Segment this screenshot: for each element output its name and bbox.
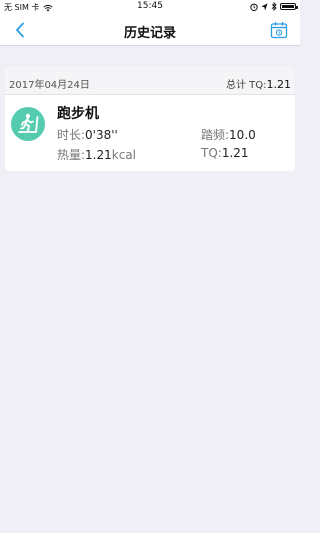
record-header: 2017年04月24日 总计 TQ:1.21: [5, 67, 295, 95]
page-title: 历史记录: [123, 26, 176, 41]
cadence-label: 踏频:: [201, 128, 230, 142]
tq-stat: TQ:1.21: [201, 146, 249, 160]
duration-label: 时长:: [57, 128, 86, 142]
record-date: 2017年04月24日: [9, 80, 90, 91]
bluetooth-icon: [271, 2, 277, 11]
cadence-stat: 踏频:10.0: [201, 126, 256, 143]
status-bar: 无 SIM 卡 15:45: [0, 0, 300, 14]
calories-value: 1.21: [85, 148, 112, 162]
calories-stat: 热量:1.21kcal: [57, 146, 136, 163]
calendar-icon: [270, 22, 288, 39]
total-value: 1.21: [266, 78, 292, 91]
alarm-icon: [250, 3, 258, 11]
activity-name: 跑步机: [57, 106, 99, 122]
duration-value: 0'38'': [85, 128, 118, 142]
battery-icon: [280, 3, 298, 10]
tq-label: TQ:: [201, 146, 222, 160]
cadence-value: 10.0: [229, 128, 256, 142]
record-total: 总计 TQ:1.21: [226, 76, 291, 91]
nav-bar: 历史记录: [0, 14, 300, 46]
location-icon: [261, 3, 268, 10]
status-right: [250, 2, 298, 11]
calories-unit: kcal: [111, 148, 136, 162]
history-record-card[interactable]: 2017年04月24日 总计 TQ:1.21 跑步机 时长:0'38'' 踏频:…: [5, 67, 295, 171]
tq-value: 1.21: [221, 146, 249, 160]
record-body: 跑步机 时长:0'38'' 踏频:10.0 热量:1.21kcal TQ:1.2…: [5, 95, 295, 171]
calories-label: 热量:: [57, 148, 86, 162]
duration-stat: 时长:0'38'': [57, 126, 118, 143]
calendar-button[interactable]: [270, 21, 288, 39]
treadmill-icon: [11, 107, 45, 141]
total-label: 总计 TQ:: [225, 80, 267, 91]
